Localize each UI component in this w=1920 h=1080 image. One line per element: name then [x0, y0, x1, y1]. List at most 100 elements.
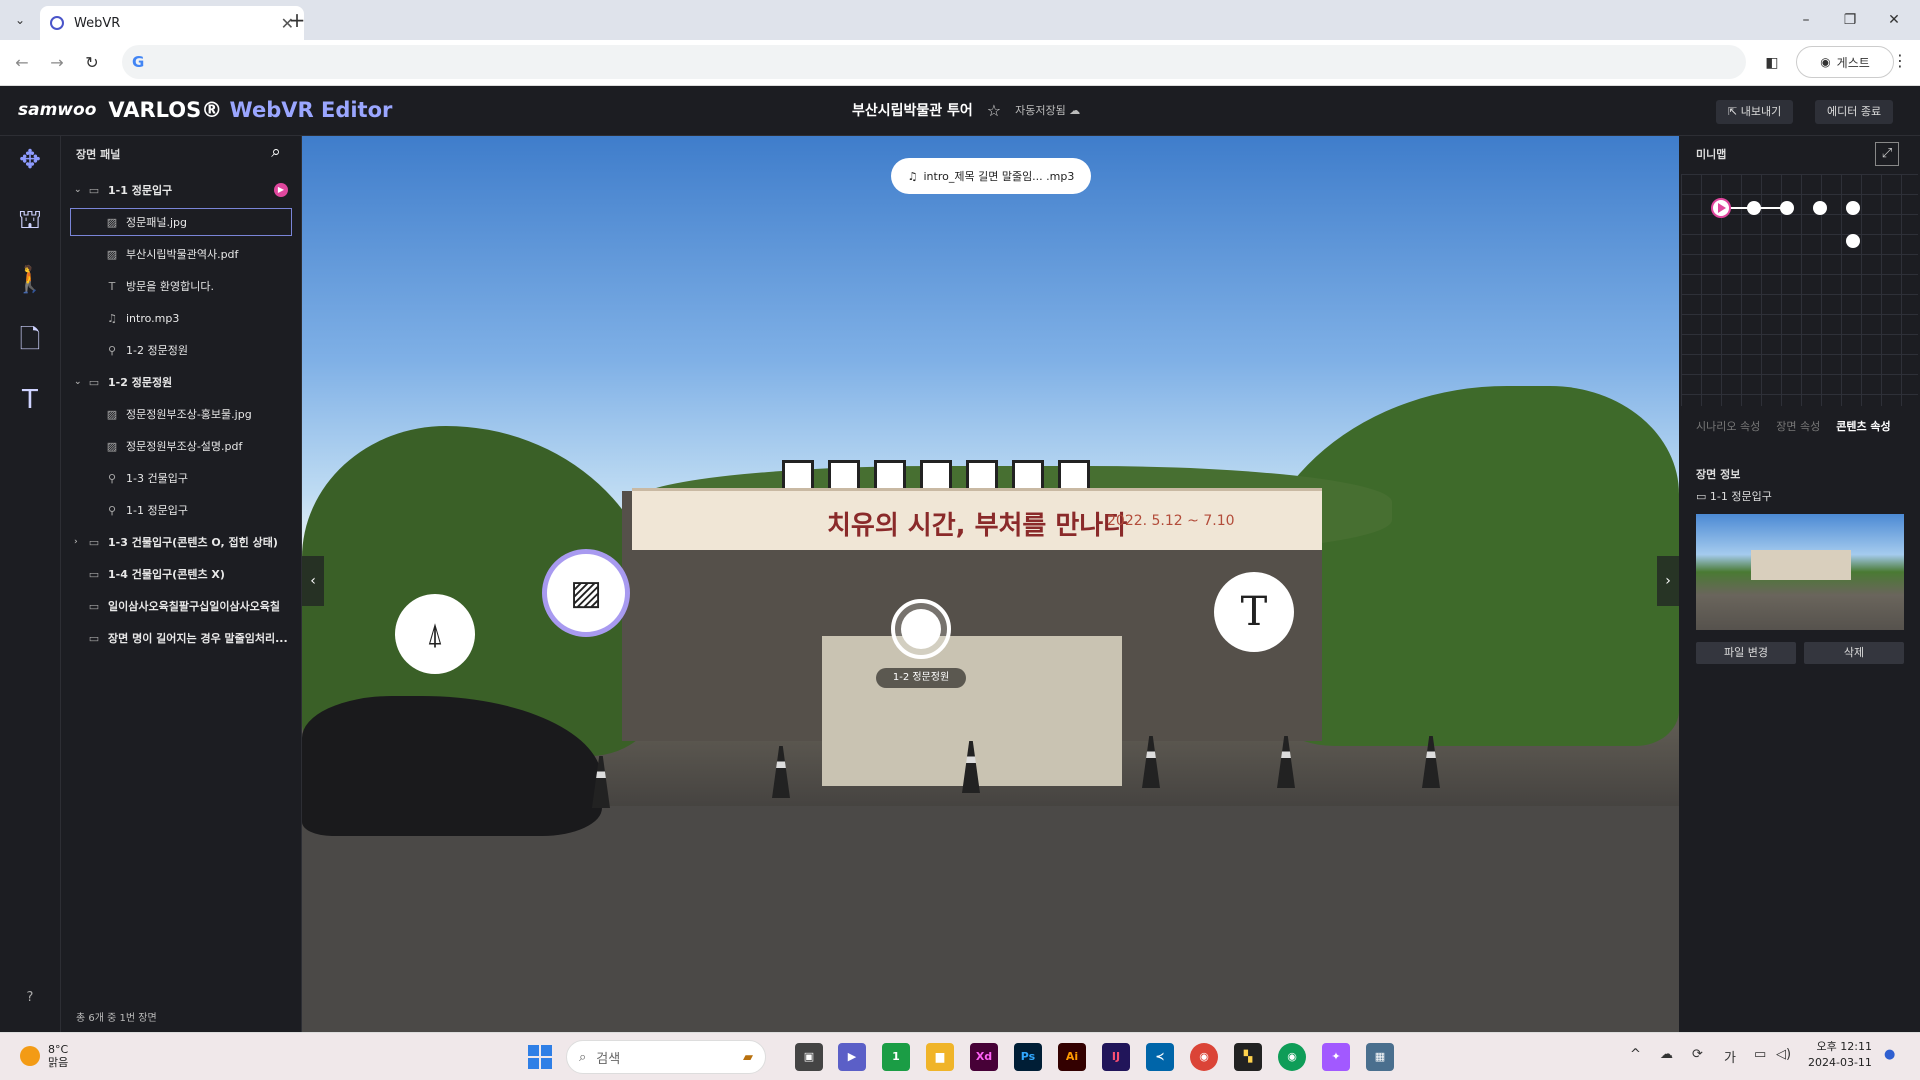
minimap-node[interactable]: [1813, 201, 1827, 215]
intellij-icon[interactable]: IJ: [1102, 1043, 1130, 1071]
move-tool-icon[interactable]: ✥: [10, 140, 50, 180]
image-hotspot[interactable]: ▨: [542, 549, 630, 637]
task-view-icon[interactable]: ▣: [795, 1043, 823, 1071]
sticky-notes-icon[interactable]: ▚: [1234, 1043, 1262, 1071]
delete-button[interactable]: 삭제: [1804, 642, 1904, 664]
chevron-down-icon[interactable]: ⌄: [74, 185, 86, 195]
scene-row[interactable]: ▭ 장면 명이 길어지는 경우 말줄임처리...: [62, 622, 302, 654]
export-button[interactable]: ⇱ 내보내기: [1716, 100, 1794, 124]
calculator-icon[interactable]: ▦: [1366, 1043, 1394, 1071]
minimap-node[interactable]: [1846, 234, 1860, 248]
sync-icon[interactable]: ⟳: [1692, 1047, 1703, 1062]
item-type-icon: ▨: [106, 215, 118, 229]
scene-row[interactable]: ▭ 1-4 건물입구(콘텐츠 X): [62, 558, 302, 590]
text-hotspot[interactable]: T: [1214, 572, 1294, 652]
scene-info-label: 1-1 정문입구: [1709, 490, 1772, 503]
content-row[interactable]: ⚲ 1-3 건물입구: [62, 462, 302, 494]
temperature: 8°C: [48, 1043, 69, 1056]
walk-tool-icon[interactable]: 🚶: [10, 260, 50, 300]
content-row[interactable]: ▨ 정문패널.jpg: [68, 206, 294, 238]
browser-tab[interactable]: WebVR ✕: [40, 6, 304, 40]
property-tab[interactable]: 시나리오 속성: [1696, 418, 1760, 434]
volume-icon[interactable]: ◁): [1776, 1047, 1791, 1062]
scene-row[interactable]: ⌄ ▭ 1-2 정문정원: [62, 366, 302, 398]
minimap-node[interactable]: [1846, 201, 1860, 215]
new-tab-button[interactable]: +: [284, 8, 310, 34]
chevron-right-icon[interactable]: ›: [74, 537, 86, 547]
scene-tool-icon[interactable]: ⛫: [10, 200, 50, 240]
search-icon[interactable]: ⌕: [264, 142, 288, 166]
window-close-button[interactable]: ✕: [1874, 8, 1914, 32]
illustrator-icon[interactable]: Ai: [1058, 1043, 1086, 1071]
favorite-star-icon[interactable]: ☆: [987, 101, 1001, 120]
file-explorer-icon[interactable]: ▆: [926, 1043, 954, 1071]
collapse-left-panel-button[interactable]: ‹: [302, 556, 324, 606]
play-icon[interactable]: ▶: [274, 183, 288, 197]
property-tab[interactable]: 장면 속성: [1776, 418, 1820, 434]
content-row[interactable]: ♫ intro.mp3: [62, 302, 302, 334]
item-type-icon: T: [108, 279, 116, 293]
tab-list-button[interactable]: ⌄: [8, 8, 32, 32]
content-row[interactable]: ▨ 부산시립박물관역사.pdf: [62, 238, 302, 270]
adobe-xd-icon[interactable]: Xd: [970, 1043, 998, 1071]
audio-chip[interactable]: ♫ intro_제목 길면 말줄임... .mp3: [891, 158, 1091, 194]
project-info: 부산시립박물관 투어 ☆ 자동저장됨 ☁: [852, 100, 1080, 120]
exhibition-banner: 치유의 시간, 부처를 만나다 2022. 5.12 ~ 7.10: [632, 488, 1322, 550]
ime-indicator[interactable]: 가: [1724, 1047, 1736, 1066]
item-type-icon: ▭: [88, 631, 100, 645]
content-row[interactable]: ▨ 정문정원부조상-설명.pdf: [62, 430, 302, 462]
reload-button[interactable]: ↻: [80, 51, 104, 75]
note-tool-icon[interactable]: 🗋: [10, 320, 50, 360]
clock[interactable]: 오후 12:11 2024-03-11: [1808, 1039, 1872, 1071]
property-tab[interactable]: 콘텐츠 속성: [1836, 418, 1890, 434]
notification-bell-icon[interactable]: ●: [1884, 1047, 1895, 1062]
onedrive-icon[interactable]: ☁: [1660, 1047, 1673, 1062]
briefcase-icon: ▰: [743, 1049, 753, 1065]
item-type-icon: ▭: [88, 535, 100, 549]
collapse-right-panel-button[interactable]: ›: [1657, 556, 1679, 606]
chat-icon[interactable]: 1: [882, 1043, 910, 1071]
content-row[interactable]: ⚲ 1-2 정문정원: [62, 334, 302, 366]
back-button[interactable]: ←: [10, 51, 34, 75]
pdf-hotspot[interactable]: ⍋: [395, 594, 475, 674]
figma-icon[interactable]: ✦: [1322, 1043, 1350, 1071]
change-file-button[interactable]: 파일 변경: [1696, 642, 1796, 664]
forward-button[interactable]: →: [45, 51, 69, 75]
network-icon[interactable]: ▭: [1754, 1047, 1766, 1062]
minimap-node[interactable]: [1747, 201, 1761, 215]
guest-profile-button[interactable]: ◉ 게스트: [1796, 46, 1894, 78]
tray-overflow-icon[interactable]: ^: [1630, 1047, 1641, 1062]
expand-icon[interactable]: ⤢: [1875, 142, 1899, 166]
restore-button[interactable]: ❐: [1830, 8, 1870, 32]
windows-start-icon[interactable]: [528, 1045, 552, 1069]
weather-widget[interactable]: 8°C 맑음: [20, 1043, 68, 1069]
content-row[interactable]: ⚲ 1-1 정문입구: [62, 494, 302, 526]
row-label: 1-2 정문정원: [108, 376, 173, 389]
browser-menu-icon[interactable]: ⋮: [1890, 51, 1910, 75]
scene-row[interactable]: ▭ 일이삼사오육칠팔구십일이삼사오육칠: [62, 590, 302, 622]
teams-icon[interactable]: ▶: [838, 1043, 866, 1071]
chrome-profile-icon[interactable]: ◉: [1278, 1043, 1306, 1071]
scene-row[interactable]: › ▭ 1-3 건물입구(콘텐츠 O, 접힌 상태): [62, 526, 302, 558]
item-type-icon: ▨: [106, 439, 118, 453]
chrome-icon[interactable]: ◉: [1190, 1043, 1218, 1071]
content-row[interactable]: T 방문을 환영합니다.: [62, 270, 302, 302]
taskbar-search[interactable]: ⌕ 검색 ▰: [566, 1040, 766, 1074]
side-panel-icon[interactable]: ◧: [1760, 51, 1784, 75]
text-tool-icon[interactable]: T: [10, 380, 50, 420]
minimap-node[interactable]: [1780, 201, 1794, 215]
vr-viewport[interactable]: 치유의 시간, 부처를 만나다 2022. 5.12 ~ 7.10 ♫ intr…: [302, 136, 1679, 1032]
exit-editor-button[interactable]: 에디터 종료: [1815, 100, 1894, 124]
address-bar[interactable]: G: [122, 45, 1746, 79]
vscode-icon[interactable]: ≺: [1146, 1043, 1174, 1071]
content-row[interactable]: ▨ 정문정원부조상-홍보물.jpg: [62, 398, 302, 430]
minimize-button[interactable]: –: [1786, 8, 1826, 32]
photoshop-icon[interactable]: Ps: [1014, 1043, 1042, 1071]
banner-title: 치유의 시간, 부처를 만나다: [827, 511, 1128, 541]
chevron-down-icon[interactable]: ⌄: [74, 377, 86, 387]
help-icon[interactable]: ?: [20, 990, 40, 1010]
row-label: 1-4 건물입구(콘텐츠 X): [108, 568, 225, 581]
move-hotspot[interactable]: [891, 599, 951, 659]
minimap[interactable]: [1681, 174, 1918, 406]
scene-row[interactable]: ⌄ ▭ 1-1 정문입구 ▶: [62, 174, 302, 206]
